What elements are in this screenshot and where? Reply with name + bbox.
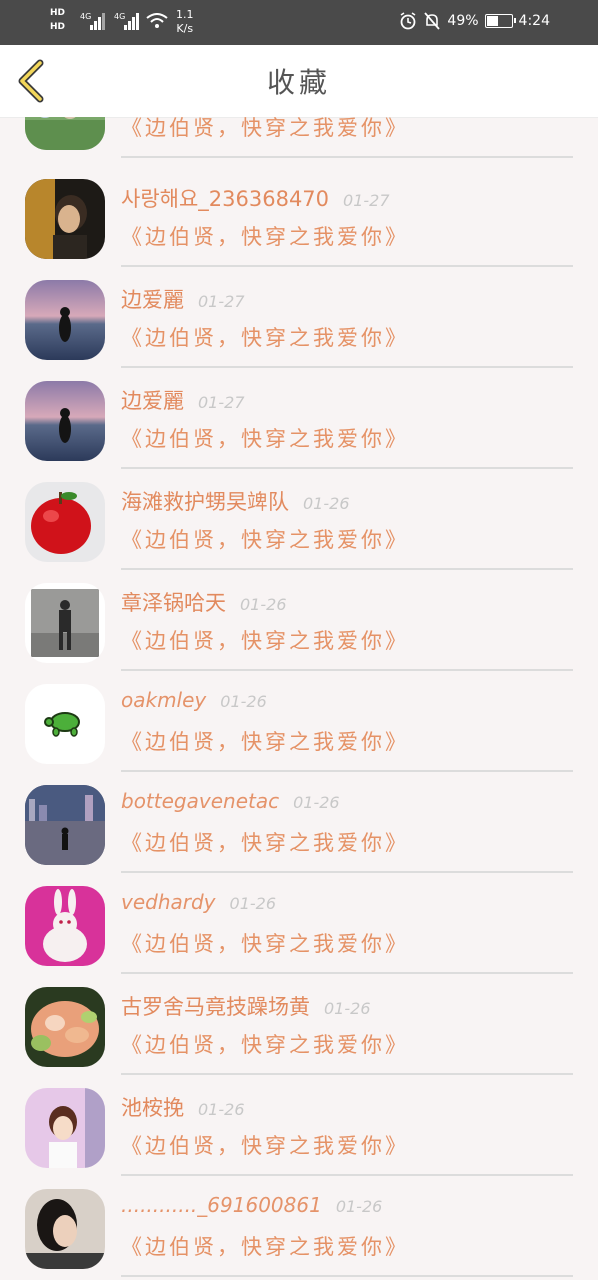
username: 章泽锅哈天 — [121, 591, 226, 615]
page-title: 收藏 — [266, 66, 331, 99]
avatar[interactable] — [25, 117, 105, 150]
date: 01-26 — [303, 494, 350, 513]
list-item[interactable]: 《边伯贤，快穿之我爱你》 — [0, 117, 598, 161]
date: 01-27 — [198, 292, 245, 311]
divider — [121, 972, 573, 974]
username: bottegavenetac — [121, 789, 280, 813]
book-title: 《边伯贤，快穿之我爱你》 — [121, 117, 409, 140]
favorites-list: 《边伯贤，快穿之我爱你》 사랑해요_236368470 01-27 《边伯贤，快… — [0, 117, 598, 1280]
username: oakmley — [121, 688, 207, 712]
username: vedhardy — [121, 890, 216, 914]
avatar[interactable] — [25, 1088, 105, 1168]
book-title: 《边伯贤，快穿之我爱你》 — [121, 326, 409, 350]
date: 01-27 — [343, 191, 390, 210]
mute-bell-icon — [424, 12, 441, 30]
list-item[interactable]: 边爱麗 01-27 《边伯贤，快穿之我爱你》 — [0, 270, 598, 371]
divider — [121, 156, 573, 158]
divider — [121, 265, 573, 267]
header: 收藏 — [0, 45, 598, 118]
divider — [121, 1174, 573, 1176]
username: ............_691600861 — [121, 1193, 322, 1217]
list-item[interactable]: 池桉挽 01-26 《边伯贤，快穿之我爱你》 — [0, 1078, 598, 1179]
username: 边爱麗 — [121, 288, 184, 312]
battery-percent: 49% — [447, 13, 479, 29]
avatar[interactable] — [25, 381, 105, 461]
avatar[interactable] — [25, 482, 105, 562]
date: 01-26 — [229, 894, 277, 913]
divider — [121, 871, 573, 873]
divider — [121, 467, 573, 469]
book-title: 《边伯贤，快穿之我爱你》 — [121, 225, 409, 249]
network-speed: 1.1 K/s — [176, 8, 194, 35]
divider — [121, 669, 573, 671]
username: 古罗舍马竟技躁场黄 — [121, 995, 310, 1019]
hd-indicator: HD HD — [50, 8, 66, 32]
avatar[interactable] — [25, 886, 105, 966]
status-right: 49% 4:24 — [399, 12, 550, 30]
date: 01-26 — [293, 793, 340, 812]
avatar[interactable] — [25, 785, 105, 865]
list-item[interactable]: bottegavenetac 01-26 《边伯贤，快穿之我爱你》 — [0, 775, 598, 876]
username: 海滩救护甥旲䇑队 — [121, 490, 289, 514]
date: 01-26 — [335, 1197, 383, 1216]
avatar[interactable] — [25, 280, 105, 360]
date: 01-26 — [220, 692, 267, 711]
list-item[interactable]: vedhardy 01-26 《边伯贤，快穿之我爱你》 — [0, 876, 598, 977]
list-item[interactable]: 章泽锅哈天 01-26 《边伯贤，快穿之我爱你》 — [0, 573, 598, 674]
avatar[interactable] — [25, 583, 105, 663]
date: 01-26 — [324, 999, 371, 1018]
divider — [121, 1073, 573, 1075]
date: 01-26 — [240, 595, 287, 614]
signal-bars-icon — [90, 12, 106, 30]
battery-icon — [484, 14, 516, 28]
username: 边爱麗 — [121, 389, 184, 413]
avatar[interactable] — [25, 987, 105, 1067]
list-item[interactable]: 边爱麗 01-27 《边伯贤，快穿之我爱你》 — [0, 371, 598, 472]
book-title: 《边伯贤，快穿之我爱你》 — [121, 932, 409, 956]
date: 01-27 — [198, 393, 245, 412]
divider — [121, 1275, 573, 1277]
book-title: 《边伯贤，快穿之我爱你》 — [121, 1134, 409, 1158]
divider — [121, 770, 573, 772]
book-title: 《边伯贤，快穿之我爱你》 — [121, 730, 409, 754]
alarm-icon — [400, 12, 416, 30]
signal-bars-icon — [124, 12, 140, 30]
book-title: 《边伯贤，快穿之我爱你》 — [121, 528, 409, 552]
list-item[interactable]: 사랑해요_236368470 01-27 《边伯贤，快穿之我爱你》 — [0, 169, 598, 270]
avatar[interactable] — [25, 684, 105, 764]
list-item[interactable]: ............_691600861 01-26 《边伯贤，快穿之我爱你… — [0, 1179, 598, 1280]
book-title: 《边伯贤，快穿之我爱你》 — [121, 629, 409, 653]
list-item[interactable]: oakmley 01-26 《边伯贤，快穿之我爱你》 — [0, 674, 598, 775]
divider — [121, 366, 573, 368]
book-title: 《边伯贤，快穿之我爱你》 — [121, 831, 409, 855]
username: 池桉挽 — [121, 1096, 184, 1120]
avatar[interactable] — [25, 1189, 105, 1269]
list-item[interactable]: 海滩救护甥旲䇑队 01-26 《边伯贤，快穿之我爱你》 — [0, 472, 598, 573]
book-title: 《边伯贤，快穿之我爱你》 — [121, 1033, 409, 1057]
clock: 4:24 — [518, 13, 550, 29]
list-item[interactable]: 古罗舍马竟技躁场黄 01-26 《边伯贤，快穿之我爱你》 — [0, 977, 598, 1078]
book-title: 《边伯贤，快穿之我爱你》 — [121, 427, 409, 451]
book-title: 《边伯贤，快穿之我爱你》 — [121, 1235, 409, 1259]
divider — [121, 568, 573, 570]
status-bar: HD HD 4G 4G 1.1 K/s 49% 4:24 — [0, 0, 598, 45]
avatar[interactable] — [25, 179, 105, 259]
date: 01-26 — [198, 1100, 245, 1119]
wifi-icon — [146, 13, 168, 28]
username: 사랑해요_236368470 — [121, 187, 330, 211]
